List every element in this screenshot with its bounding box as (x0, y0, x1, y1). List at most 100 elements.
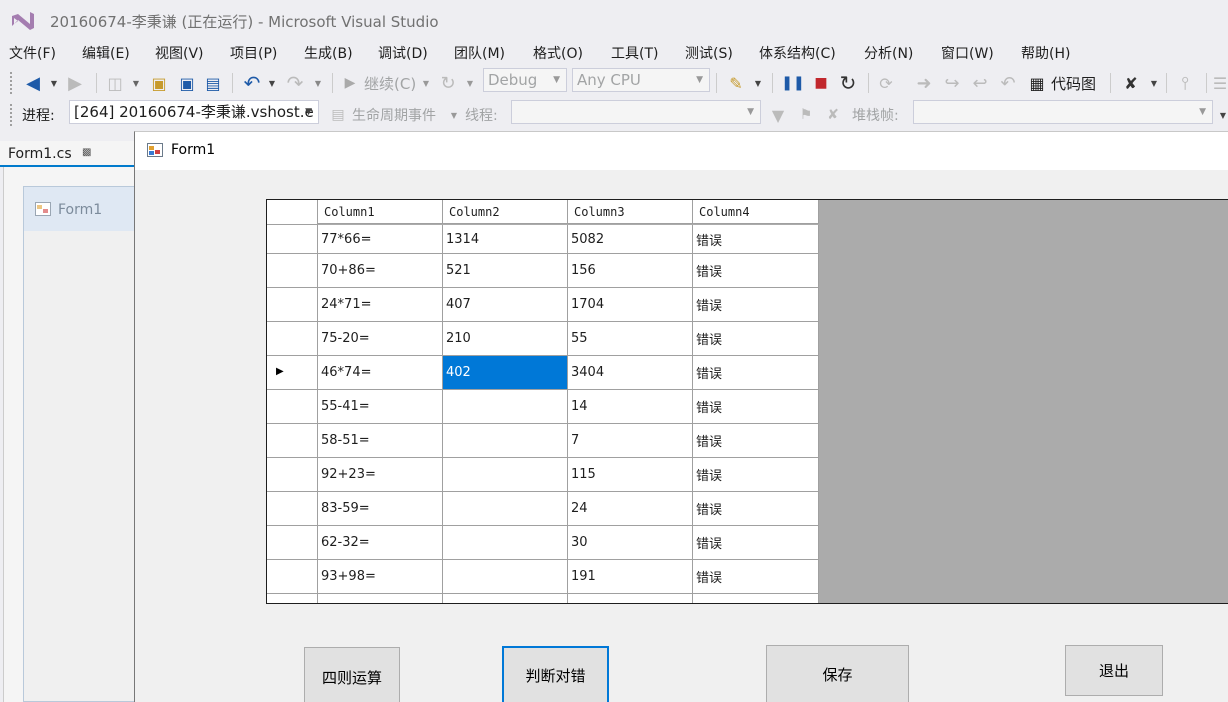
grid-cell[interactable]: 错误 (693, 492, 819, 526)
continue-dropdown-icon[interactable]: ▼ (420, 72, 432, 94)
grid-cell[interactable]: 75-20= (318, 322, 443, 356)
toolbar-grip[interactable] (9, 103, 13, 127)
row-header[interactable] (267, 225, 318, 254)
toolbar-grip[interactable] (9, 71, 13, 95)
exceptions-dropdown-icon[interactable]: ▼ (1148, 72, 1160, 94)
menu-window[interactable]: 窗口(W) (941, 43, 994, 63)
grid-cell[interactable]: 错误 (693, 356, 819, 390)
grid-cell[interactable] (443, 560, 568, 594)
lifecycle-dropdown-icon[interactable]: ▼ (448, 104, 460, 126)
grid-cell[interactable] (443, 424, 568, 458)
grid-cell[interactable] (443, 458, 568, 492)
step-into-icon[interactable]: ➜ (912, 72, 936, 94)
grid-cell[interactable]: 77*66= (318, 225, 443, 254)
save-button[interactable]: 保存 (766, 645, 909, 702)
column-header[interactable]: Column3 (568, 200, 693, 224)
menu-architecture[interactable]: 体系结构(C) (759, 43, 836, 63)
grid-cell[interactable]: 24*71= (318, 288, 443, 322)
code-map-button[interactable]: 代码图 (1051, 72, 1101, 94)
grid-cell[interactable] (443, 492, 568, 526)
row-header[interactable] (267, 458, 318, 492)
grid-cell[interactable]: 错误 (693, 390, 819, 424)
tab-form1-cs[interactable]: Form1.cs ▩ (0, 141, 135, 167)
grid-cell[interactable] (443, 526, 568, 560)
code-map-icon[interactable]: ▦ (1026, 72, 1048, 94)
lifecycle-events-icon[interactable]: ▤ (328, 104, 348, 126)
thread-select[interactable]: ▼ (511, 100, 761, 124)
save-all-icon[interactable]: ▤ (202, 72, 224, 94)
grid-cell[interactable]: 210 (443, 322, 568, 356)
exceptions-icon[interactable]: ✘ (1120, 72, 1142, 94)
menu-view[interactable]: 视图(V) (155, 43, 204, 63)
grid-cell[interactable] (318, 594, 443, 603)
grid-cell[interactable] (568, 594, 693, 603)
grid-cell[interactable] (693, 594, 819, 603)
grid-cell[interactable]: 错误 (693, 225, 819, 254)
row-header[interactable] (267, 322, 318, 356)
menu-project[interactable]: 项目(P) (230, 43, 277, 63)
menu-analyze[interactable]: 分析(N) (864, 43, 913, 63)
row-header[interactable] (267, 390, 318, 424)
solution-config-select[interactable]: Debug ▼ (483, 68, 567, 92)
flag-filter-icon[interactable]: ⚑ (796, 104, 816, 126)
find-in-files-icon[interactable]: ✎ (724, 72, 748, 94)
row-header[interactable] (267, 560, 318, 594)
menu-file[interactable]: 文件(F) (9, 43, 56, 63)
step-over-icon[interactable]: ↪ (940, 72, 964, 94)
open-file-icon[interactable]: ▣ (148, 72, 170, 94)
grid-cell[interactable]: 错误 (693, 526, 819, 560)
grid-cell[interactable] (443, 390, 568, 424)
grid-cell[interactable]: 93+98= (318, 560, 443, 594)
column-header[interactable]: Column2 (443, 200, 568, 224)
threads-icon[interactable]: ⫯ (1174, 72, 1196, 94)
toggle-flag-icon[interactable]: ✘ (822, 104, 844, 126)
menu-build[interactable]: 生成(B) (304, 43, 353, 63)
row-header[interactable] (267, 526, 318, 560)
undo-icon[interactable]: ↶ (240, 71, 264, 95)
grid-cell[interactable] (443, 594, 568, 603)
menu-help[interactable]: 帮助(H) (1021, 43, 1070, 63)
column-header[interactable]: Column4 (693, 200, 819, 224)
form-titlebar[interactable]: Form1 (135, 132, 1228, 170)
grid-cell[interactable]: 错误 (693, 288, 819, 322)
find-dropdown-icon[interactable]: ▼ (752, 72, 764, 94)
stop-debugging-icon[interactable]: ■ (810, 72, 832, 94)
menu-tools[interactable]: 工具(T) (611, 43, 658, 63)
continue-play-icon[interactable]: ▶ (340, 72, 360, 94)
menu-debug[interactable]: 调试(D) (378, 43, 428, 63)
grid-cell[interactable]: 62-32= (318, 526, 443, 560)
grid-cell[interactable]: 521 (443, 254, 568, 288)
refresh-icon[interactable]: ↻ (438, 72, 458, 94)
new-dropdown-icon[interactable]: ▼ (130, 72, 142, 94)
stack-frame-select[interactable]: ▼ (913, 100, 1213, 124)
grid-cell[interactable]: 46*74= (318, 356, 443, 390)
grid-cell[interactable]: 7 (568, 424, 693, 458)
row-header[interactable]: ▶ (267, 356, 318, 390)
solution-platform-select[interactable]: Any CPU ▼ (572, 68, 710, 92)
grid-corner-header[interactable] (267, 200, 318, 225)
grid-cell[interactable]: 5082 (568, 225, 693, 254)
grid-cell[interactable]: 83-59= (318, 492, 443, 526)
undo-dropdown-icon[interactable]: ▼ (266, 72, 278, 94)
filter-icon[interactable]: ▼ (768, 104, 788, 126)
step-back-icon[interactable]: ↶ (996, 72, 1020, 94)
restart-icon[interactable]: ↻ (836, 71, 860, 95)
toolbar-overflow-icon[interactable]: ▼ (1218, 104, 1228, 126)
row-header[interactable] (267, 424, 318, 458)
data-grid[interactable]: Column1 Column2 Column3 Column4 77*66= 13… (266, 199, 1228, 604)
arithmetic-button[interactable]: 四则运算 (304, 647, 400, 702)
grid-cell[interactable]: 407 (443, 288, 568, 322)
grid-cell[interactable]: 55-41= (318, 390, 443, 424)
row-header[interactable] (267, 254, 318, 288)
menu-test[interactable]: 测试(S) (685, 43, 733, 63)
navigate-back-icon[interactable]: ◀ (22, 72, 44, 94)
grid-cell[interactable]: 156 (568, 254, 693, 288)
grid-cell[interactable]: 24 (568, 492, 693, 526)
grid-cell[interactable]: 错误 (693, 322, 819, 356)
grid-cell[interactable]: 191 (568, 560, 693, 594)
grid-cell[interactable]: 30 (568, 526, 693, 560)
row-header[interactable] (267, 594, 318, 603)
grid-cell[interactable]: 70+86= (318, 254, 443, 288)
judge-button[interactable]: 判断对错 (502, 646, 609, 702)
row-header[interactable] (267, 492, 318, 526)
